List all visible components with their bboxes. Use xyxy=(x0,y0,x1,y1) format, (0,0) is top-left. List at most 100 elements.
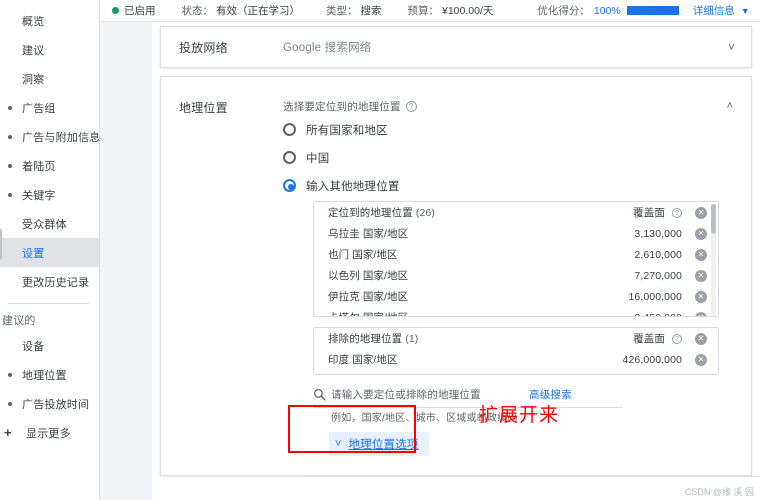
list-scrollbar-thumb[interactable] xyxy=(711,204,716,234)
location-type-text: 国家/地区 xyxy=(352,354,398,366)
geo-subtitle-text: 选择要定位到的地理位置 xyxy=(283,101,401,113)
campaign-status-bar: 已启用 状态： 有效（正在学习） 类型： 搜索 预算： ¥100.00/天 优化… xyxy=(100,0,760,22)
content-area: 投放网络 Google 搜索网络 ˅ 地理位置 选择要定位到的地理位置 ? 所有… xyxy=(100,22,760,500)
sidebar-item-locations[interactable]: 地理位置 xyxy=(0,360,99,389)
help-icon[interactable]: ? xyxy=(405,101,417,112)
chevron-up-icon[interactable]: ˄ xyxy=(727,101,733,112)
geo-targeting-card: 地理位置 选择要定位到的地理位置 ? 所有国家和地区 中国 输入其他地理位置 ˄… xyxy=(160,76,752,476)
sidebar-item-label: 着陆页 xyxy=(22,160,56,173)
sidebar-item-settings[interactable]: 设置 xyxy=(0,238,99,267)
location-type-text: 国家/地区 xyxy=(362,228,409,240)
sidebar-item-ad-schedule[interactable]: 广告投放时间 xyxy=(0,389,99,418)
remove-location-icon[interactable]: ✕ xyxy=(695,248,707,261)
location-reach: 3,130,000 xyxy=(634,227,682,240)
sidebar-show-more-label: 显示更多 xyxy=(26,427,71,440)
excluded-header-count: (1) xyxy=(405,333,419,345)
sidebar-item-label: 建议 xyxy=(22,44,45,57)
location-options-toggle[interactable]: ˅ 地理位置选项 xyxy=(329,432,429,456)
location-reach: 2,610,000 xyxy=(634,248,682,261)
sidebar-item-audiences[interactable]: 受众群体 xyxy=(0,209,99,238)
bullet-icon xyxy=(8,192,12,197)
sidebar-item-label: 广告组 xyxy=(22,102,56,115)
targeted-locations-list: 定位到的地理位置 (26) 覆盖面 ? ✕ 乌拉圭 国家/地区 3,130,00… xyxy=(313,201,719,317)
sidebar-item-label: 概览 xyxy=(22,15,45,28)
bullet-icon xyxy=(8,163,12,168)
status-enabled-label: 已启用 xyxy=(124,5,156,17)
reach-column-header: 覆盖面 ? xyxy=(633,205,682,220)
sidebar-item-ads-extensions[interactable]: 广告与附加信息 xyxy=(0,122,101,151)
targeted-header-text: 定位到的地理位置 (26) xyxy=(328,205,633,220)
location-name-text: 也门 xyxy=(328,249,350,261)
geo-section-label: 地理位置 xyxy=(179,101,228,115)
sidebar-item-insights[interactable]: 洞察 xyxy=(0,64,99,93)
sidebar-item-ad-groups[interactable]: 广告组 xyxy=(0,93,99,122)
remove-location-icon[interactable]: ✕ xyxy=(695,311,707,316)
remove-all-excluded-icon[interactable]: ✕ xyxy=(695,332,707,345)
sidebar-item-recommendations[interactable]: 建议 xyxy=(0,35,99,64)
app-root: 概览 建议 洞察 广告组 广告与附加信息 着陆页 关键字 受众群体 设置 更改历… xyxy=(0,0,760,500)
radio-option-china[interactable]: 中国 xyxy=(283,145,727,170)
green-dot-icon xyxy=(112,7,119,14)
sidebar-item-label: 广告投放时间 xyxy=(22,398,90,411)
geo-card-header: 地理位置 选择要定位到的地理位置 ? 所有国家和地区 中国 输入其他地理位置 ˄ xyxy=(161,77,751,198)
bullet-icon xyxy=(8,372,12,377)
left-sidebar: 概览 建议 洞察 广告组 广告与附加信息 着陆页 关键字 受众群体 设置 更改历… xyxy=(0,0,100,500)
sidebar-item-label: 广告与附加信息 xyxy=(22,131,101,144)
sidebar-show-more-button[interactable]: + 显示更多 xyxy=(0,418,99,447)
chevron-down-icon[interactable]: ▼ xyxy=(741,6,750,16)
excluded-locations-list: 排除的地理位置 (1) 覆盖面 ? ✕ 印度 国家/地区 426,000,000… xyxy=(313,327,719,375)
table-row: 伊拉克 国家/地区 16,000,000 ✕ xyxy=(314,286,718,307)
sidebar-scrollbar-thumb[interactable] xyxy=(0,228,2,260)
location-type-text: 国家/地区 xyxy=(352,249,398,261)
location-name-text: 印度 xyxy=(328,354,350,366)
sidebar-group-label: 建议的 xyxy=(2,315,36,327)
table-row: 也门 国家/地区 2,610,000 ✕ xyxy=(314,244,718,265)
remove-location-icon[interactable]: ✕ xyxy=(695,269,707,282)
reach-label: 覆盖面 xyxy=(633,333,665,345)
optimization-score-value: 100% xyxy=(593,4,621,17)
type-value: 搜索 xyxy=(360,5,382,17)
budget-label: 预算： xyxy=(407,5,440,17)
settings-panel: 投放网络 Google 搜索网络 ˅ 地理位置 选择要定位到的地理位置 ? 所有… xyxy=(152,22,760,500)
excluded-header-label: 排除的地理位置 xyxy=(328,333,403,345)
location-reach: 426,000,000 xyxy=(622,353,682,366)
sidebar-item-label: 更改历史记录 xyxy=(22,276,90,289)
location-name: 乌拉圭 国家/地区 xyxy=(328,226,634,241)
geo-options-column: 选择要定位到的地理位置 ? 所有国家和地区 中国 输入其他地理位置 xyxy=(283,99,751,198)
help-icon[interactable]: ? xyxy=(672,208,682,219)
location-type-text: 国家/地区 xyxy=(362,270,409,282)
location-name: 以色列 国家/地区 xyxy=(328,268,634,283)
delivery-network-value: Google 搜索网络 xyxy=(283,42,372,54)
remove-location-icon[interactable]: ✕ xyxy=(695,290,707,303)
radio-option-all-countries[interactable]: 所有国家和地区 xyxy=(283,117,727,142)
remove-location-icon[interactable]: ✕ xyxy=(695,227,707,240)
sidebar-item-landing-pages[interactable]: 着陆页 xyxy=(0,151,99,180)
help-icon[interactable]: ? xyxy=(672,334,682,345)
sidebar-item-overview[interactable]: 概览 xyxy=(0,6,99,35)
optimization-score-bar xyxy=(626,6,679,15)
sidebar-item-label: 设置 xyxy=(22,247,45,260)
remove-location-icon[interactable]: ✕ xyxy=(695,353,707,366)
table-row: 印度 国家/地区 426,000,000 ✕ xyxy=(314,349,718,370)
details-link[interactable]: 详细信息 xyxy=(693,3,735,18)
bullet-icon xyxy=(8,105,12,110)
sidebar-item-label: 洞察 xyxy=(22,73,45,86)
location-name-text: 伊拉克 xyxy=(328,291,360,303)
sidebar-item-keywords[interactable]: 关键字 xyxy=(0,180,99,209)
location-reach: 2,450,000 xyxy=(634,312,682,317)
reach-label: 覆盖面 xyxy=(633,207,665,219)
sidebar-divider xyxy=(8,303,89,304)
radio-icon[interactable] xyxy=(283,151,296,164)
delivery-network-row[interactable]: 投放网络 Google 搜索网络 ˅ xyxy=(160,26,752,68)
optimization-score-label: 优化得分： xyxy=(537,5,590,17)
sidebar-item-label: 地理位置 xyxy=(22,369,67,382)
search-input[interactable] xyxy=(331,388,521,401)
radio-icon[interactable] xyxy=(283,123,296,136)
radio-option-enter-other-location[interactable]: 输入其他地理位置 xyxy=(283,173,727,198)
sidebar-item-devices[interactable]: 设备 xyxy=(0,331,99,360)
remove-all-targeted-icon[interactable]: ✕ xyxy=(695,206,707,219)
sidebar-item-change-history[interactable]: 更改历史记录 xyxy=(0,267,99,296)
location-name: 卡塔尔 国家/地区 xyxy=(328,310,634,316)
radio-icon-selected[interactable] xyxy=(283,179,296,192)
chevron-down-icon[interactable]: ˅ xyxy=(728,41,735,53)
